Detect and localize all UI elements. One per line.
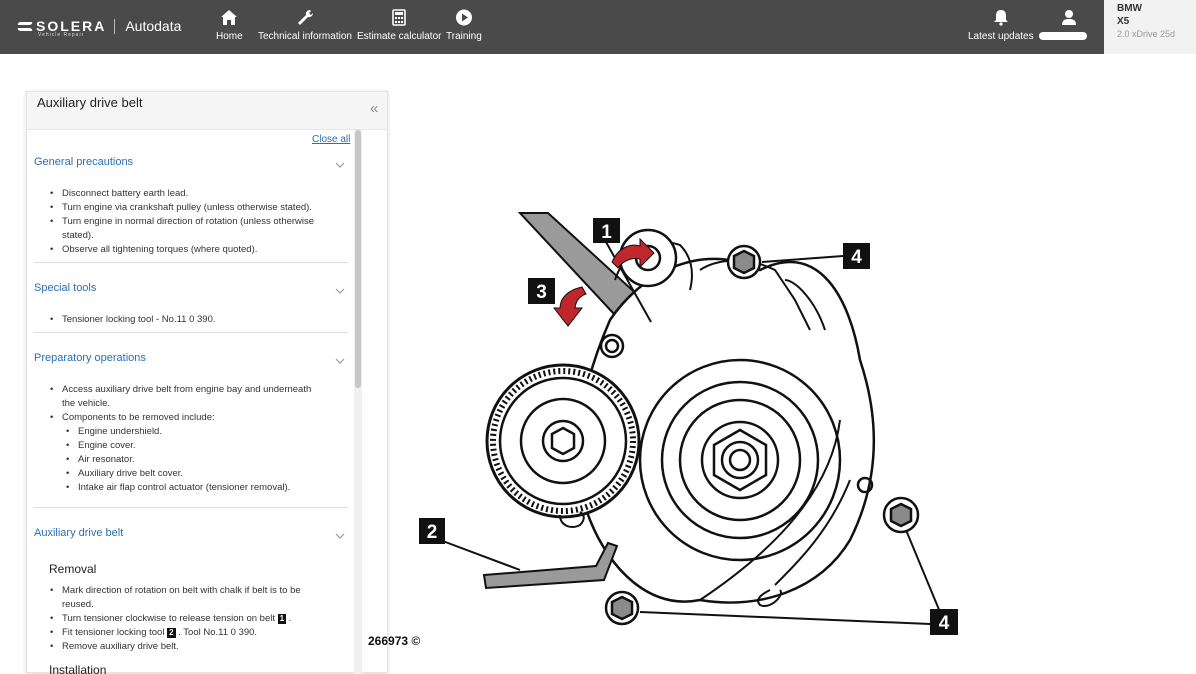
panel-header: Auxiliary drive belt « [27, 92, 387, 130]
step-text: . Tool No.11 0 390. [178, 627, 258, 638]
chevron-down-icon[interactable] [335, 356, 345, 366]
bolt [604, 590, 640, 626]
vehicle-selector[interactable]: BMW X5 2.0 xDrive 25d [1104, 0, 1196, 54]
diagram-callout: 4 [843, 243, 870, 269]
redacted-username [1039, 32, 1087, 40]
calculator-icon [392, 9, 407, 26]
nav-training-label: Training [446, 31, 482, 42]
nav-home-label: Home [216, 31, 243, 42]
nav-estimate-calculator-label: Estimate calculator [357, 31, 442, 42]
home-icon [221, 10, 238, 25]
brand-divider [114, 18, 116, 34]
list-item: Fit tensioner locking tool 2 . Tool No.1… [50, 626, 301, 640]
list-subitem: Engine undershield. [66, 425, 311, 439]
step-text: Turn tensioner clockwise to release tens… [62, 613, 275, 624]
tensioner-locking-tool [482, 541, 619, 590]
bolt [882, 496, 920, 534]
list-item: Remove auxiliary drive belt. [50, 640, 301, 654]
panel-body: Close all General precautions Disconnect… [31, 130, 351, 674]
list-item: Turn engine in normal direction of rotat… [50, 215, 314, 229]
solera-logo-icon [18, 19, 32, 33]
section-divider [34, 262, 348, 263]
user-account[interactable] [1059, 9, 1079, 31]
list-item: Observe all tightening torques (where qu… [50, 243, 314, 257]
list-item: Mark direction of rotation on belt with … [50, 584, 301, 598]
list-item: Tensioner locking tool - No.11 0 390. [50, 313, 215, 327]
section-header[interactable]: Auxiliary drive belt [34, 527, 123, 539]
wrench-icon [297, 9, 313, 25]
installation-subtitle: Installation [49, 663, 107, 674]
list-item: Disconnect battery earth lead. [50, 187, 314, 201]
removal-steps-list: Mark direction of rotation on belt with … [50, 584, 301, 654]
list-item-continuation: the vehicle. [62, 398, 111, 409]
list-item: Access auxiliary drive belt from engine … [50, 383, 311, 397]
technical-diagram: 1 2 3 4 4 [419, 212, 958, 635]
section-preparatory-operations[interactable]: Preparatory operations [34, 352, 348, 370]
list-subitem: Engine cover. [66, 439, 311, 453]
panel-scrollbar[interactable] [354, 130, 362, 674]
callout-number: 4 [939, 613, 950, 634]
panel-title: Auxiliary drive belt [37, 95, 143, 110]
callout-badge: 2 [167, 628, 176, 638]
brand-subtitle: Vehicle Repair [38, 32, 85, 38]
section-header[interactable]: Preparatory operations [34, 352, 146, 364]
vehicle-make: BMW [1117, 3, 1142, 14]
list-subitem: Air resonator. [66, 453, 311, 467]
preparatory-operations-list: Access auxiliary drive belt from engine … [50, 383, 311, 495]
diagram-callout: 1 [593, 218, 620, 243]
section-divider [34, 332, 348, 333]
list-item-continuation: reused. [62, 599, 94, 610]
figure-number: 266973 © [368, 634, 421, 648]
product-name: Autodata [125, 18, 182, 34]
section-general-precautions[interactable]: General precautions [34, 156, 348, 174]
section-header[interactable]: General precautions [34, 156, 133, 168]
callout-badge: 1 [277, 614, 287, 624]
step-text: Fit tensioner locking tool [62, 627, 165, 638]
chevron-down-icon[interactable] [335, 531, 345, 541]
nav-home[interactable]: Home [216, 9, 243, 42]
play-icon [455, 9, 472, 26]
nav-technical-information-label: Technical information [258, 31, 352, 42]
nav-latest-updates[interactable]: Latest updates [968, 9, 1034, 42]
section-header[interactable]: Special tools [34, 282, 96, 294]
list-subitem: Auxiliary drive belt cover. [66, 467, 311, 481]
brand-logo[interactable]: SOLERA Autodata Vehicle Repair [18, 18, 182, 38]
scrollbar-thumb[interactable] [355, 130, 361, 388]
removal-subtitle: Removal [49, 562, 97, 576]
list-item: Turn engine via crankshaft pulley (unles… [50, 201, 314, 215]
vehicle-model: X5 [1117, 16, 1130, 27]
section-divider [34, 507, 348, 508]
close-all-link[interactable]: Close all [312, 134, 350, 145]
list-item: Components to be removed include: [50, 411, 311, 425]
callout-number: 3 [536, 282, 547, 303]
procedure-panel: Auxiliary drive belt « Close all General… [26, 91, 388, 674]
diagram-callout: 4 [930, 609, 958, 635]
diagram-callout: 2 [419, 518, 445, 544]
callout-number: 4 [851, 247, 862, 268]
list-item: Turn tensioner clockwise to release tens… [50, 612, 301, 626]
collapse-panel-icon[interactable]: « [370, 101, 378, 116]
list-item-continuation: stated). [62, 230, 94, 241]
nav-estimate-calculator[interactable]: Estimate calculator [357, 9, 441, 42]
callout-number: 1 [601, 222, 612, 243]
rotation-arrow-red [552, 286, 587, 327]
chevron-down-icon[interactable] [335, 286, 345, 296]
nav-training[interactable]: Training [446, 9, 482, 42]
chevron-down-icon[interactable] [335, 160, 345, 170]
brand-name: SOLERA [36, 18, 107, 34]
latest-updates-label: Latest updates [968, 31, 1034, 42]
top-bar: SOLERA Autodata Vehicle Repair Home Tech… [0, 0, 1196, 54]
special-tools-list: Tensioner locking tool - No.11 0 390. [50, 313, 215, 327]
bell-icon [993, 10, 1008, 26]
section-special-tools[interactable]: Special tools [34, 282, 348, 300]
diagram-callout: 3 [528, 278, 555, 304]
general-precautions-list: Disconnect battery earth lead. Turn engi… [50, 187, 314, 257]
callout-number: 2 [427, 522, 438, 543]
section-auxiliary-drive-belt[interactable]: Auxiliary drive belt [34, 527, 348, 545]
nav-technical-information[interactable]: Technical information [258, 9, 352, 42]
bolt [726, 244, 762, 280]
user-icon [1062, 10, 1076, 25]
list-subitem: Intake air flap control actuator (tensio… [66, 481, 311, 495]
vehicle-variant: 2.0 xDrive 25d [1117, 29, 1176, 39]
